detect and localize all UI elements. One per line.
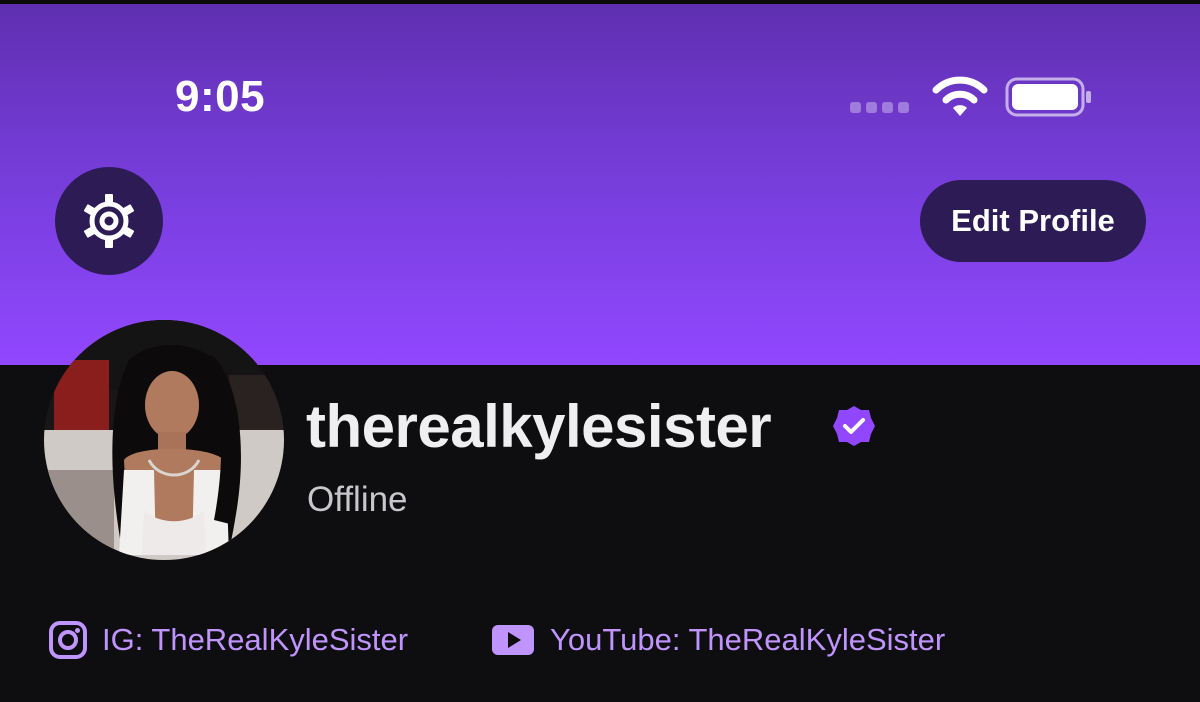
wifi-icon <box>932 76 988 116</box>
youtube-icon <box>490 620 536 660</box>
username: therealkylesister <box>306 393 772 460</box>
status-bar-time: 9:05 <box>175 72 266 121</box>
profile-banner: 9:05 Edit Profile <box>0 4 1200 365</box>
settings-button[interactable] <box>55 167 163 275</box>
verified-badge-icon <box>833 406 875 446</box>
instagram-link-label: IG: TheRealKyleSister <box>102 622 409 657</box>
edit-profile-button[interactable]: Edit Profile <box>920 180 1146 262</box>
status-bar-icons <box>850 74 1095 120</box>
stream-status: Offline <box>307 480 408 519</box>
profile-photo <box>44 320 284 560</box>
avatar[interactable] <box>44 320 284 560</box>
youtube-link-label: YouTube: TheRealKyleSister <box>550 622 946 657</box>
instagram-link[interactable]: IG: TheRealKyleSister <box>48 620 408 660</box>
gear-icon <box>83 194 135 248</box>
battery-icon <box>1005 77 1091 117</box>
signal-dots-icon <box>850 102 909 113</box>
youtube-link[interactable]: YouTube: TheRealKyleSister <box>490 620 945 660</box>
instagram-icon <box>48 620 88 660</box>
